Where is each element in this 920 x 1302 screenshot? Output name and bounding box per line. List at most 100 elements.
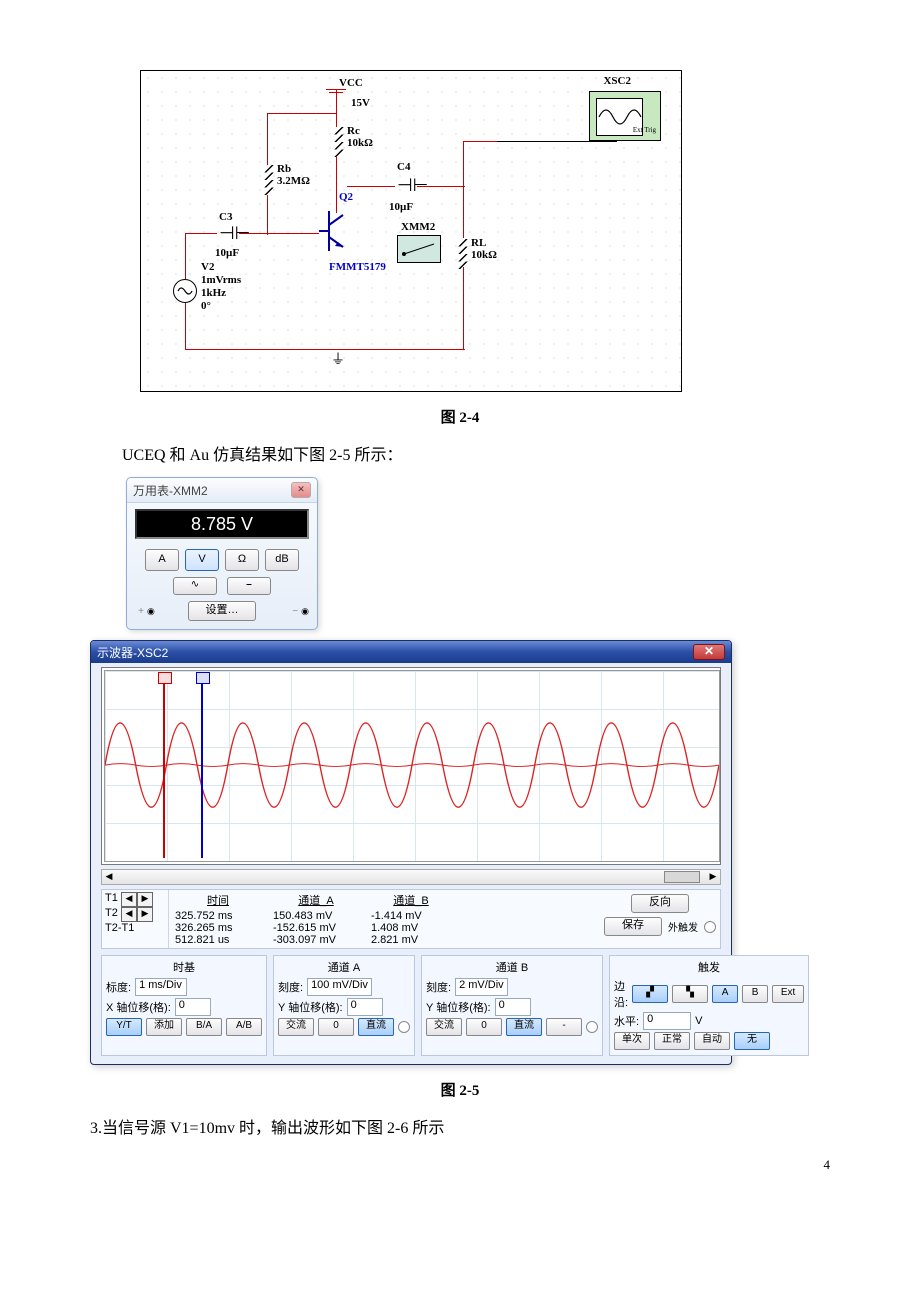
cha-dc-button[interactable]: 直流 (358, 1018, 394, 1036)
cha-scale-input[interactable]: 100 mV/Div (307, 978, 372, 996)
oscilloscope-title: 示波器-XSC2 (97, 644, 168, 661)
rb-value: 3.2MΩ (277, 175, 310, 187)
readout-chb-hdr: 通道_B (371, 892, 451, 908)
ext-trig-radio[interactable] (704, 921, 716, 933)
dt-time: 512.821 us (175, 934, 261, 946)
mm-button-a[interactable]: A (145, 549, 179, 571)
scroll-thumb[interactable] (664, 871, 700, 883)
t1-stepper[interactable]: ◀▶ (121, 892, 153, 907)
t1-time: 325.752 ms (175, 910, 261, 922)
trig-auto-button[interactable]: 自动 (694, 1032, 730, 1050)
scroll-right-icon[interactable]: ▶ (706, 870, 720, 882)
dt-cha: -303.097 mV (273, 934, 359, 946)
oscilloscope-window: 示波器-XSC2 ✕ ◀ (90, 640, 732, 1065)
ba-button[interactable]: B/A (186, 1018, 222, 1036)
oscilloscope-panels: 时基 标度: 1 ms/Div X 轴位移(格): 0 Y/T 添加 B/A A… (101, 955, 721, 1056)
xmm-name: XMM2 (401, 221, 435, 233)
readout-time-hdr: 时间 (175, 892, 261, 908)
edge-fall-button[interactable]: ▚ (672, 985, 708, 1003)
mm-button-ac[interactable]: ∿ (173, 577, 217, 595)
chb-minus-button[interactable]: - (546, 1018, 582, 1036)
mm-button-db[interactable]: dB (265, 549, 299, 571)
multimeter-titlebar[interactable]: 万用表-XMM2 ✕ (127, 478, 317, 503)
cursor-t1[interactable] (163, 674, 165, 858)
mm-button-dc[interactable]: ⎯ (227, 577, 271, 595)
t2-stepper[interactable]: ◀▶ (121, 907, 153, 922)
q2-model: FMMT5179 (329, 261, 386, 273)
multimeter-display: 8.785 V (135, 509, 309, 539)
timebase-panel: 时基 标度: 1 ms/Div X 轴位移(格): 0 Y/T 添加 B/A A… (101, 955, 267, 1056)
save-button[interactable]: 保存 (604, 917, 662, 936)
chb-ypos-input[interactable]: 0 (495, 998, 531, 1016)
t2-time: 326.265 ms (175, 922, 261, 934)
channel-b-panel: 通道 B 刻度: 2 mV/Div Y 轴位移(格): 0 交流 0 直流 - (421, 955, 603, 1056)
dt-chb: 2.821 mV (371, 934, 451, 946)
add-button[interactable]: 添加 (146, 1018, 182, 1036)
circuit-schematic: Ext Trig XSC2 VCC 15V Rc 10kΩ Rb 3.2MΩ C… (140, 70, 682, 392)
trig-level-input[interactable]: 0 (643, 1012, 691, 1030)
figure-caption-2-4: 图 2-4 (90, 406, 830, 427)
trigger-panel: 触发 边沿: ▞ ▚ A B Ext 水平: 0 V 单次 正常 自动 (609, 955, 809, 1056)
scope-name: XSC2 (603, 75, 631, 87)
mm-settings-button[interactable]: 设置… (188, 601, 256, 621)
trig-b-button[interactable]: B (742, 985, 768, 1003)
multimeter-window: 万用表-XMM2 ✕ 8.785 V A V Ω dB ∿ ⎯ + ◉ 设置… … (126, 477, 318, 630)
figure-caption-2-5: 图 2-5 (90, 1079, 830, 1100)
yt-button[interactable]: Y/T (106, 1018, 142, 1036)
v2-name: V2 (201, 261, 214, 273)
cursor-t2[interactable] (201, 674, 203, 858)
v2-phase: 0° (201, 300, 211, 312)
trig-ext-button[interactable]: Ext (772, 985, 804, 1003)
timebase-scale-input[interactable]: 1 ms/Div (135, 978, 187, 996)
channel-a-panel: 通道 A 刻度: 100 mV/Div Y 轴位移(格): 0 交流 0 直流 (273, 955, 415, 1056)
rb-name: Rb (277, 163, 291, 175)
rl-value: 10kΩ (471, 249, 497, 261)
reverse-button[interactable]: 反向 (631, 894, 689, 913)
close-icon[interactable]: ✕ (693, 644, 725, 660)
chb-scale-input[interactable]: 2 mV/Div (455, 978, 508, 996)
mm-button-v[interactable]: V (185, 549, 219, 571)
rc-name: Rc (347, 125, 360, 137)
close-icon[interactable]: ✕ (291, 482, 311, 498)
mm-port-plus: + (135, 606, 147, 617)
vcc-label: VCC (339, 77, 363, 89)
ext-trig-label: 外触发 (668, 919, 698, 934)
trig-none-button[interactable]: 无 (734, 1032, 770, 1050)
cha-ac-button[interactable]: 交流 (278, 1018, 314, 1036)
page-number: 4 (824, 1157, 831, 1173)
mm-button-ohm[interactable]: Ω (225, 549, 259, 571)
trig-a-button[interactable]: A (712, 985, 738, 1003)
ab-button[interactable]: A/B (226, 1018, 262, 1036)
c4-name: C4 (397, 161, 410, 173)
oscilloscope-readout: T1 ◀▶ T2 ◀▶ T2-T1 时间 325.752 ms 326.265 … (101, 889, 721, 949)
trig-normal-button[interactable]: 正常 (654, 1032, 690, 1050)
oscilloscope-screen[interactable] (104, 670, 720, 862)
scroll-left-icon[interactable]: ◀ (102, 870, 116, 882)
chb-zero-button[interactable]: 0 (466, 1018, 502, 1036)
body-text-2: 3.当信号源 V1=10mv 时，输出波形如下图 2-6 所示 (90, 1114, 830, 1144)
scope-ext-trig-label: Ext Trig (633, 126, 656, 134)
oscilloscope-titlebar[interactable]: 示波器-XSC2 ✕ (91, 641, 731, 663)
chb-radio[interactable] (586, 1021, 598, 1033)
timebase-xpos-input[interactable]: 0 (175, 998, 211, 1016)
chb-ac-button[interactable]: 交流 (426, 1018, 462, 1036)
cha-ypos-input[interactable]: 0 (347, 998, 383, 1016)
oscilloscope-screen-wrap (101, 667, 721, 865)
t2-chb: 1.408 mV (371, 922, 451, 934)
rl-name: RL (471, 237, 486, 249)
trig-single-button[interactable]: 单次 (614, 1032, 650, 1050)
cha-radio[interactable] (398, 1021, 410, 1033)
t2-cha: -152.615 mV (273, 922, 359, 934)
cha-zero-button[interactable]: 0 (318, 1018, 354, 1036)
chb-dc-button[interactable]: 直流 (506, 1018, 542, 1036)
t1-cha: 150.483 mV (273, 910, 359, 922)
multimeter-title: 万用表-XMM2 (133, 482, 208, 499)
t1-chb: -1.414 mV (371, 910, 451, 922)
v2-amp: 1mVrms (201, 274, 241, 286)
mm-port-minus: − (289, 606, 301, 617)
c3-name: C3 (219, 211, 232, 223)
c4-value: 10µF (389, 201, 413, 213)
edge-rise-button[interactable]: ▞ (632, 985, 668, 1003)
scope-xsc2: Ext Trig (589, 91, 661, 141)
oscilloscope-scrollbar[interactable]: ◀ ▶ (101, 869, 721, 885)
